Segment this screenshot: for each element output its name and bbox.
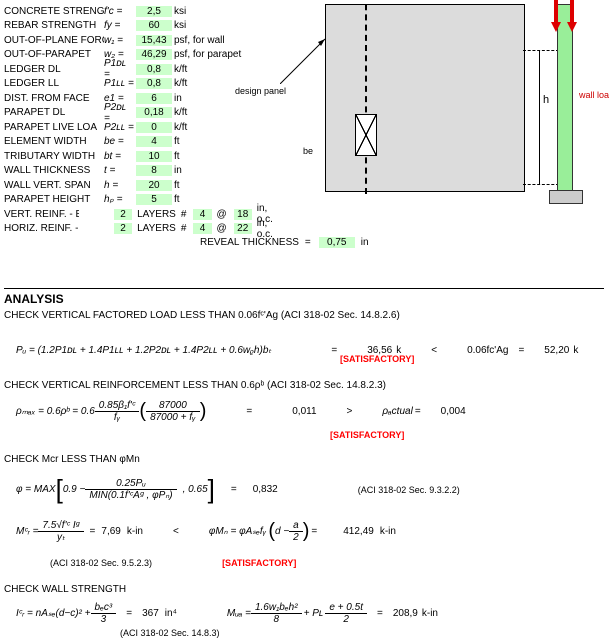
check4-mua-value: 208,9 xyxy=(393,608,418,619)
check2-status: [SATISFACTORY] xyxy=(330,430,404,440)
opening-icon xyxy=(355,114,377,156)
check3-mcr-value: 7,69 xyxy=(101,526,120,537)
wall-diagram: design panel be h e1 wall load xyxy=(295,4,603,212)
check3-phi-value: 0,832 xyxy=(253,484,278,495)
input-w1[interactable]: 15,43 xyxy=(136,35,172,46)
design-panel-label: design panel xyxy=(235,86,286,96)
input-p1dl[interactable]: 0,8 xyxy=(136,64,172,75)
row-vert-reinf: VERT. REINF. - EDGES2LAYERS#4@18in, o.c. xyxy=(4,207,284,222)
leader-arrow-icon xyxy=(280,34,330,84)
row-out-of-parapet: OUT-OF-PARAPETw₂ =46,29psf, for parapet xyxy=(4,48,284,63)
input-h[interactable]: 20 xyxy=(136,180,172,191)
check-vertical-reinforcement: CHECK VERTICAL REINFORCEMENT LESS THAN 0… xyxy=(4,380,386,391)
check4-aci-ref: (ACI 318-02 Sec. 14.8.3) xyxy=(120,628,220,638)
input-bt[interactable]: 10 xyxy=(136,151,172,162)
analysis-heading: ANALYSIS xyxy=(4,292,64,306)
check-vertical-factored-load: CHECK VERTICAL FACTORED LOAD LESS THAN 0… xyxy=(4,310,400,321)
row-element-width: ELEMENT WIDTHbe =4ft xyxy=(4,135,284,150)
row-out-of-plane: OUT-OF-PLANE FORCEw₁ =15,43psf, for wall xyxy=(4,33,284,48)
input-hp[interactable]: 5 xyxy=(136,194,172,205)
check3-status: [SATISFACTORY] xyxy=(222,558,296,568)
check3-mcr-equation: Mᶜᵣ = 7.5√f'ᶜ Iᵍyₜ = 7,69 k-in < φMₙ = φ… xyxy=(16,520,396,543)
row-wall-vert-span: WALL VERT. SPANh =20ft xyxy=(4,178,284,193)
input-w2[interactable]: 46,29 xyxy=(136,49,172,60)
input-t[interactable]: 8 xyxy=(136,165,172,176)
wall-elevation xyxy=(325,4,525,192)
be-dimension-label: be xyxy=(303,146,313,156)
check3-phi-mn-value: 412,49 xyxy=(343,526,374,537)
input-horiz-bar[interactable]: 4 xyxy=(193,223,211,234)
row-horiz-reinf: HORIZ. REINF. - EDGES2LAYERS#4@22in, o.c… xyxy=(4,222,284,237)
row-tributary-width: TRIBUTARY WIDTHbt =10ft xyxy=(4,149,284,164)
input-horiz-spacing[interactable]: 22 xyxy=(234,223,252,234)
row-parapet-dl: PARAPET DLP2ᴅʟ =0,18k/ft xyxy=(4,106,284,121)
check4-equations: Iᶜᵣ = nAₛₑ(d−c)² + bₑc³3 = 367 in⁴ Mᵤₐ =… xyxy=(16,602,438,625)
check1-equation: Pᵤ = (1.2P1ᴅʟ + 1.4P1ʟʟ + 1.2P2ᴅʟ + 1.4P… xyxy=(16,336,578,364)
footing xyxy=(549,190,583,204)
input-vert-spacing[interactable]: 18 xyxy=(234,209,252,220)
check4-icr-value: 367 xyxy=(142,608,159,619)
separator xyxy=(4,288,604,289)
row-concrete-strength: CONCRETE STRENGf'c =2,5ksi xyxy=(4,4,284,19)
input-e1[interactable]: 6 xyxy=(136,93,172,104)
check3-footer: (ACI 318-02 Sec. 9.5.2.3) [SATISFACTORY] xyxy=(50,558,296,568)
check-mcr-phi-mn: CHECK Mcr LESS THAN φMn xyxy=(4,454,140,465)
input-reveal[interactable]: 0,75 xyxy=(319,237,355,248)
input-vert-layers[interactable]: 2 xyxy=(114,209,132,220)
dim-height-line xyxy=(539,50,540,184)
dim-line-bottom xyxy=(523,184,559,185)
input-be[interactable]: 4 xyxy=(136,136,172,147)
check2-equation: ρₘₐₓ = 0.6ρᵇ = 0.6 0.85β₁f'ᶜfᵧ ( 8700087… xyxy=(16,400,466,423)
check3-phi-equation: φ = MAX [ 0.9 − 0.25PᵤMIN(0.1f'ᶜAᵍ , φPₙ… xyxy=(16,474,460,505)
row-parapet-height: PARAPET HEIGHThₚ =5ft xyxy=(4,193,284,208)
load-arrow-icon xyxy=(551,0,561,32)
row-ledger-dl: LEDGER DLP1ᴅʟ =0,8k/ft xyxy=(4,62,284,77)
load-arrow-icon xyxy=(567,0,577,32)
dim-line-top xyxy=(523,50,559,51)
check1-rhs-value: 52,20 xyxy=(544,345,569,356)
row-rebar-strength: REBAR STRENGTHfy =60ksi xyxy=(4,19,284,34)
check2-rho-actual: 0,004 xyxy=(441,406,466,417)
wall-load-label: wall load xyxy=(579,90,609,100)
input-parameters: CONCRETE STRENGf'c =2,5ksi REBAR STRENGT… xyxy=(4,4,284,236)
h-dimension-label: h xyxy=(543,94,549,106)
input-horiz-layers[interactable]: 2 xyxy=(114,223,132,234)
check1-status: [SATISFACTORY] xyxy=(340,354,414,364)
input-p2ll[interactable]: 0 xyxy=(136,122,172,133)
check1-title: CHECK VERTICAL FACTORED LOAD LESS THAN 0… xyxy=(4,310,400,321)
wall-section xyxy=(557,4,573,202)
row-reveal-thickness: REVEAL THICKNESS= 0,75 in xyxy=(200,237,369,248)
input-fy[interactable]: 60 xyxy=(136,20,172,31)
input-fc[interactable]: 2,5 xyxy=(136,6,172,17)
check2-rho-max: 0,011 xyxy=(292,406,316,417)
input-p1ll[interactable]: 0,8 xyxy=(136,78,172,89)
input-vert-bar[interactable]: 4 xyxy=(193,209,211,220)
row-wall-thickness: WALL THICKNESSt =8in xyxy=(4,164,284,179)
check-wall-strength: CHECK WALL STRENGTH xyxy=(4,584,126,595)
input-p2dl[interactable]: 0,18 xyxy=(136,107,172,118)
centerline xyxy=(365,0,367,194)
row-parapet-ll: PARAPET LIVE LOAP2ʟʟ =0k/ft xyxy=(4,120,284,135)
